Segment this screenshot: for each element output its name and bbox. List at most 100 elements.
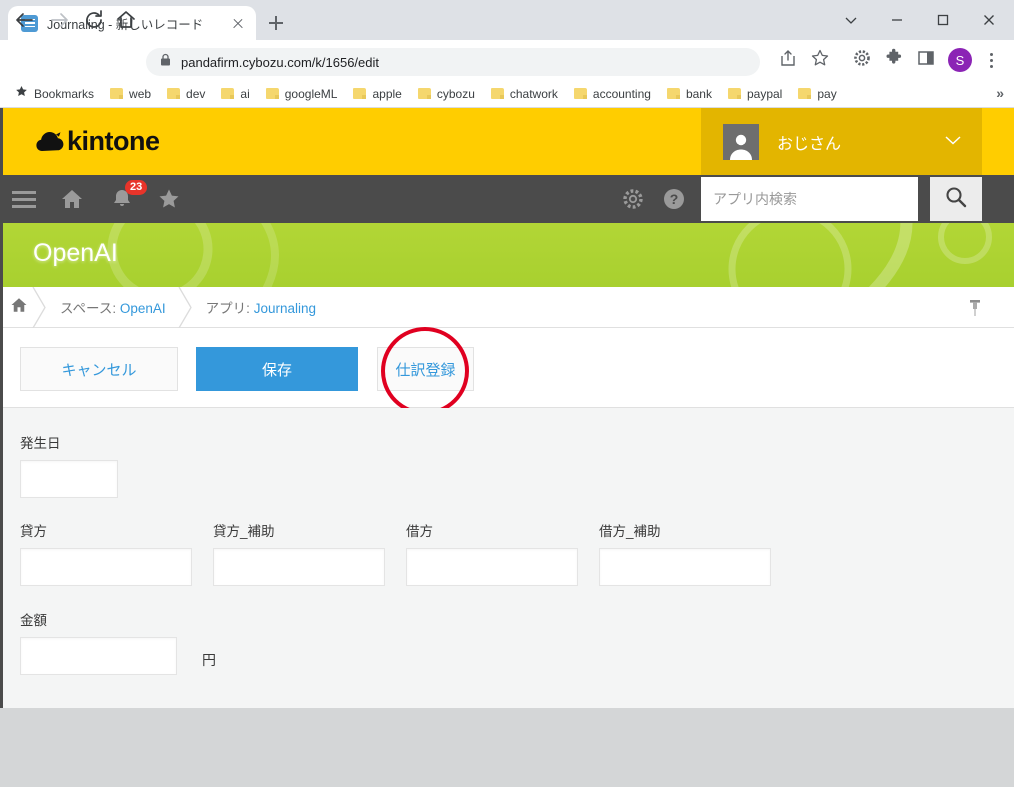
profile-avatar[interactable]: S: [948, 48, 972, 72]
folder-icon: [727, 88, 741, 99]
folder-icon: [167, 88, 181, 99]
bookmark-item-web[interactable]: web: [105, 84, 156, 104]
user-name: おじさん: [777, 135, 842, 153]
breadcrumb-app[interactable]: アプリ: Journaling: [206, 297, 316, 317]
lock-icon: [160, 53, 171, 71]
extensions-puzzle-icon[interactable]: [884, 48, 908, 72]
gear-icon[interactable]: [621, 187, 645, 211]
chrome-menu-icon[interactable]: [980, 48, 1002, 72]
bookmark-item-apple[interactable]: apple: [348, 84, 406, 104]
folder-icon: [221, 88, 235, 99]
close-window-button[interactable]: [966, 0, 1012, 40]
chevron-down-icon: [944, 133, 962, 151]
field-label: 金額: [20, 613, 47, 628]
bookmark-star-icon[interactable]: [810, 48, 834, 72]
avatar: [723, 123, 759, 160]
bookmark-item-paypal[interactable]: paypal: [723, 84, 787, 104]
minimize-button[interactable]: [874, 0, 920, 40]
field-label: 借方: [406, 524, 433, 539]
field-label: 貸方: [20, 524, 47, 539]
breadcrumb-app-name: Journaling: [253, 301, 316, 316]
notification-badge: 23: [125, 180, 148, 195]
bookmark-label: cybozu: [436, 86, 475, 101]
breadcrumb-space-name: OpenAI: [119, 301, 166, 316]
star-icon[interactable]: [157, 187, 181, 211]
debit-input[interactable]: [406, 548, 578, 586]
field-label: 貸方_補助: [213, 524, 275, 539]
bookmark-item-chatwork[interactable]: chatwork: [486, 84, 563, 104]
breadcrumb: スペース: OpenAI アプリ: Journaling: [0, 286, 1014, 328]
bookmark-label: googleML: [284, 86, 338, 101]
url-text: pandafirm.cybozu.com/k/1656/edit: [181, 54, 379, 70]
bookmark-item-bookmarks[interactable]: Bookmarks: [10, 82, 99, 106]
bookmark-label: chatwork: [509, 86, 558, 101]
bookmark-item-googleml[interactable]: googleML: [261, 84, 343, 104]
field-amount: 金額 円: [20, 609, 216, 675]
window-titlebar: Journaling - 新しいレコード: [0, 0, 1014, 40]
amount-input[interactable]: [20, 637, 177, 675]
kintone-logo-text: kintone: [67, 126, 160, 156]
breadcrumb-home[interactable]: [0, 287, 32, 328]
help-icon[interactable]: ?: [662, 187, 686, 211]
home-icon[interactable]: [114, 8, 138, 32]
search-icon: [944, 185, 968, 214]
save-button[interactable]: 保存: [196, 347, 358, 391]
folder-icon: [110, 88, 124, 99]
address-bar[interactable]: pandafirm.cybozu.com/k/1656/edit: [146, 48, 760, 76]
breadcrumb-separator-icon: [32, 286, 46, 328]
user-menu[interactable]: おじさん: [701, 108, 982, 175]
bookmark-item-accounting[interactable]: accounting: [569, 84, 656, 104]
occurrence-date-input[interactable]: [20, 460, 118, 498]
folder-icon: [353, 88, 367, 99]
folder-icon: [666, 88, 680, 99]
share-icon[interactable]: [778, 48, 802, 72]
new-tab-button[interactable]: [264, 11, 288, 35]
field-debit-sub: 借方_補助: [599, 520, 771, 586]
browser-window: Journaling - 新しいレコード pandafirm.cybozu.co…: [0, 0, 1014, 787]
breadcrumb-space[interactable]: スペース: OpenAI: [60, 297, 166, 317]
bookmarks-overflow-icon[interactable]: »: [996, 85, 1004, 101]
field-credit-sub: 貸方_補助: [213, 520, 385, 586]
bookmark-item-cybozu[interactable]: cybozu: [413, 84, 480, 104]
cancel-button[interactable]: キャンセル: [20, 347, 178, 391]
bookmark-label: dev: [186, 86, 206, 101]
banner-decoration: [107, 223, 992, 287]
bookmark-label: apple: [372, 86, 402, 101]
svg-text:?: ?: [670, 191, 679, 207]
breadcrumb-app-prefix: アプリ:: [205, 301, 254, 316]
field-debit: 借方: [406, 520, 578, 586]
bell-icon[interactable]: 23: [110, 180, 148, 211]
folder-icon: [573, 88, 587, 99]
pin-icon[interactable]: [966, 298, 984, 323]
journal-register-button[interactable]: 仕訳登録: [377, 347, 474, 391]
search-input[interactable]: アプリ内検索: [701, 177, 918, 221]
bookmark-label: paypal: [746, 86, 783, 101]
home-icon[interactable]: [60, 187, 84, 211]
kintone-logo[interactable]: kintone: [36, 126, 160, 157]
menu-icon[interactable]: [12, 187, 36, 211]
forward-arrow-icon[interactable]: [48, 8, 72, 32]
credit-input[interactable]: [20, 548, 192, 586]
left-rail: [0, 108, 3, 708]
bookmark-label: web: [129, 86, 152, 101]
reload-icon[interactable]: [82, 8, 106, 32]
bookmark-label: ai: [240, 86, 250, 101]
field-label: 借方_補助: [599, 524, 661, 539]
bookmark-item-ai[interactable]: ai: [216, 84, 254, 104]
bookmark-item-bank[interactable]: bank: [662, 84, 717, 104]
bookmarks-bar: Bookmarks web dev ai googleML apple cybo…: [0, 80, 1014, 108]
settings-gear-icon[interactable]: [852, 48, 876, 72]
close-tab-icon[interactable]: [228, 13, 248, 33]
debit-sub-input[interactable]: [599, 548, 771, 586]
credit-sub-input[interactable]: [213, 548, 385, 586]
field-credit: 貸方: [20, 520, 192, 586]
maximize-button[interactable]: [920, 0, 966, 40]
back-arrow-icon[interactable]: [12, 8, 36, 32]
bookmark-item-dev[interactable]: dev: [162, 84, 210, 104]
breadcrumb-separator-icon: [178, 286, 192, 328]
folder-icon: [417, 88, 431, 99]
search-button[interactable]: [930, 177, 982, 221]
sidepanel-icon[interactable]: [916, 48, 940, 72]
tab-search-chevron-icon[interactable]: [828, 0, 874, 40]
bookmark-item-pay[interactable]: pay: [793, 84, 841, 104]
